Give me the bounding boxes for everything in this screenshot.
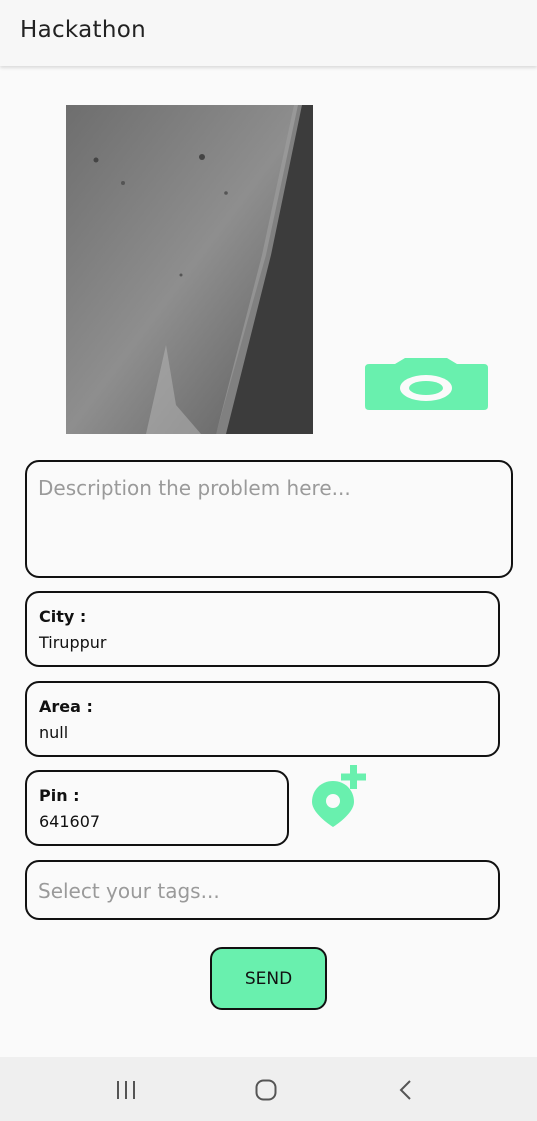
description-field[interactable] (25, 460, 513, 578)
area-label: Area : (39, 697, 93, 716)
camera-button[interactable] (365, 358, 488, 410)
captured-photo (66, 105, 313, 434)
pin-field: Pin : 641607 (25, 770, 289, 846)
back-icon (399, 1080, 411, 1100)
nav-home-button[interactable] (246, 1073, 286, 1107)
area-field: Area : null (25, 681, 500, 757)
camera-icon (365, 358, 488, 410)
tags-field[interactable] (25, 860, 500, 920)
app-title: Hackathon (20, 17, 146, 43)
add-location-button[interactable] (309, 765, 367, 829)
tags-input[interactable] (38, 879, 487, 903)
nav-back-button[interactable] (386, 1073, 426, 1107)
pin-value: 641607 (39, 812, 101, 831)
recent-apps-icon (117, 1081, 135, 1099)
area-value: null (39, 723, 69, 742)
pin-label: Pin : (39, 786, 80, 805)
app-bar: Hackathon (0, 0, 537, 66)
home-icon (255, 1079, 277, 1101)
description-input[interactable] (38, 476, 500, 566)
nav-recent-button[interactable] (106, 1073, 146, 1107)
send-button[interactable]: SEND (210, 947, 327, 1010)
add-location-icon (312, 765, 366, 827)
system-nav-bar (0, 1057, 537, 1121)
city-value: Tiruppur (39, 633, 107, 652)
city-label: City : (39, 607, 87, 626)
city-field: City : Tiruppur (25, 591, 500, 667)
